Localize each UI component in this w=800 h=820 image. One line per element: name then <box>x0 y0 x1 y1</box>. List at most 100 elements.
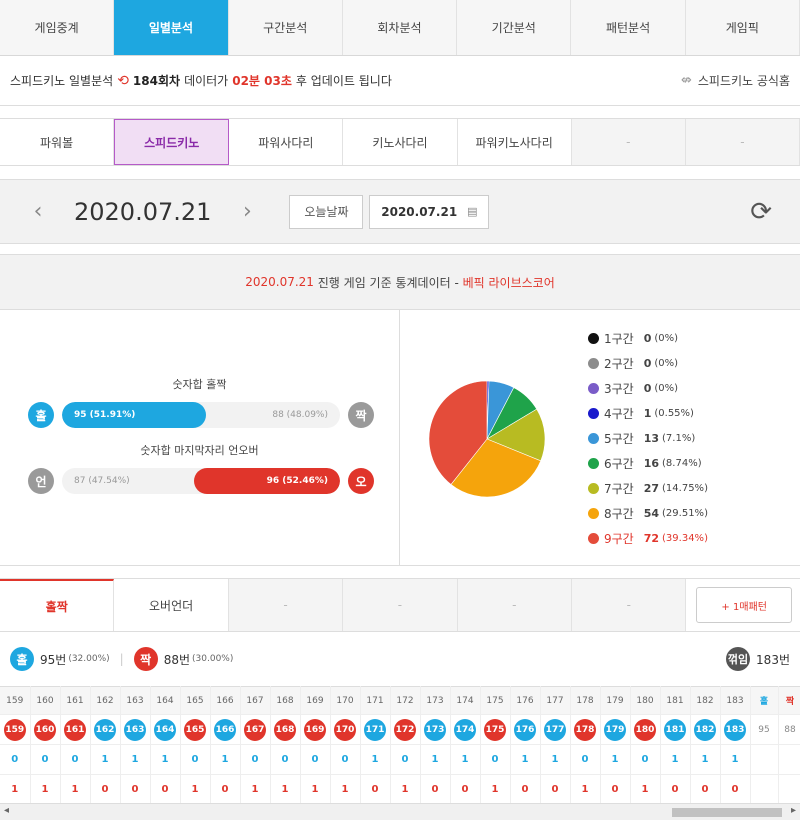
under-value: 87 (47.54%) <box>74 476 130 486</box>
legend-item: 4구간 1 (0.55%) <box>588 401 708 426</box>
grid-odd-row: 0001110100001011011010111 <box>0 744 800 775</box>
current-date: 2020.07.21 <box>74 197 212 226</box>
round-number-cell: 176 <box>510 686 541 715</box>
legend-dot <box>588 508 599 519</box>
pattern-tab[interactable]: 오버언더 <box>114 579 229 631</box>
result-ball: 181 <box>664 718 686 741</box>
result-ball: 165 <box>184 718 206 741</box>
odd-flag-cell: 1 <box>690 744 721 775</box>
even-flag-cell: 1 <box>330 774 361 805</box>
legend-pct: (8.74%) <box>662 458 702 469</box>
result-ball: 171 <box>364 718 386 741</box>
under-badge: 언 <box>28 468 54 494</box>
game-subtab[interactable]: 스피드키노 <box>114 119 230 165</box>
horizontal-scrollbar[interactable]: ◂ ▸ <box>0 803 800 820</box>
result-ball: 183 <box>724 718 746 741</box>
official-site-link[interactable]: ⇎ 스피드키노 공식홈 <box>681 72 790 89</box>
even-flag-cell: 1 <box>270 774 301 805</box>
scroll-right-arrow-icon[interactable]: ▸ <box>791 805 796 816</box>
legend-label: 1구간 <box>604 332 634 346</box>
game-subtab[interactable]: 파워사다리 <box>229 119 344 165</box>
game-subtab[interactable]: 파워키노사다리 <box>458 119 572 165</box>
oddeven-bar: 95 (51.91%) 88 (48.09%) <box>62 402 340 428</box>
empty-cell <box>778 744 800 775</box>
odd-flag-cell: 0 <box>330 744 361 775</box>
date-navigator: ‹ 2020.07.21 › 오늘날짜 2020.07.21 ▤ ⟳ <box>0 179 800 244</box>
round-number-cell: 163 <box>120 686 151 715</box>
odd-summary-count: 95번 <box>40 652 67 667</box>
game-subtab[interactable]: 파워볼 <box>0 119 115 165</box>
round-number-cell: 171 <box>360 686 391 715</box>
ball-cell: 164 <box>150 714 181 745</box>
pattern-tab[interactable]: 홀짝 <box>0 579 115 631</box>
ball-cell: 167 <box>240 714 271 745</box>
main-tab[interactable]: 일별분석 <box>114 0 229 55</box>
even-flag-cell: 0 <box>120 774 151 805</box>
next-date-arrow-icon[interactable]: › <box>237 199 257 224</box>
turn-count: 183번 <box>756 652 790 667</box>
ball-cell: 160 <box>30 714 61 745</box>
result-ball: 173 <box>424 718 446 741</box>
game-subtab[interactable]: 키노사다리 <box>343 119 458 165</box>
section-pie-chart <box>428 380 546 501</box>
even-flag-cell: 0 <box>420 774 451 805</box>
round-number-cell: 178 <box>570 686 601 715</box>
main-tab[interactable]: 기간분석 <box>457 0 572 55</box>
scroll-left-arrow-icon[interactable]: ◂ <box>4 805 9 816</box>
result-ball: 167 <box>244 718 266 741</box>
result-ball: 161 <box>64 718 86 741</box>
even-flag-cell: 0 <box>360 774 391 805</box>
odd-flag-cell: 0 <box>480 744 511 775</box>
ball-cell: 175 <box>480 714 511 745</box>
odd-total-header: 홀 <box>750 686 779 715</box>
ball-cell: 162 <box>90 714 121 745</box>
round-number-cell: 181 <box>660 686 691 715</box>
date-picker-input[interactable]: 2020.07.21 ▤ <box>369 194 490 229</box>
main-tab[interactable]: 구간분석 <box>229 0 343 55</box>
odd-flag-cell: 0 <box>270 744 301 775</box>
even-flag-cell: 1 <box>0 774 31 805</box>
even-flag-cell: 0 <box>690 774 721 805</box>
stats-header: 2020.07.21 진행 게임 기준 통계데이터 - 베픽 라이브스코어 <box>0 254 800 310</box>
legend-count: 13 <box>643 432 660 445</box>
odd-flag-cell: 1 <box>360 744 391 775</box>
main-tab[interactable]: 게임중계 <box>0 0 115 55</box>
legend-pct: (14.75%) <box>662 483 708 494</box>
even-flag-cell: 1 <box>630 774 661 805</box>
prev-date-arrow-icon[interactable]: ‹ <box>28 199 48 224</box>
ball-cell: 159 <box>0 714 31 745</box>
legend-dot <box>588 483 599 494</box>
result-ball: 174 <box>454 718 476 741</box>
official-site-label: 스피드키노 공식홈 <box>697 74 790 88</box>
legend-label: 6구간 <box>604 457 634 471</box>
main-tab[interactable]: 패턴분석 <box>571 0 686 55</box>
result-ball: 170 <box>334 718 356 741</box>
refresh-icon[interactable]: ⟳ <box>750 197 772 227</box>
even-flag-cell: 1 <box>300 774 331 805</box>
even-total-header: 짝 <box>778 686 800 715</box>
pattern-button[interactable]: + 1매패턴 <box>696 587 792 623</box>
main-tab[interactable]: 회차분석 <box>343 0 458 55</box>
today-button[interactable]: 오늘날짜 <box>289 194 364 229</box>
legend-count: 0 <box>643 357 652 370</box>
legend-count: 27 <box>643 482 660 495</box>
scrollbar-thumb[interactable] <box>672 808 782 817</box>
result-ball: 159 <box>3 718 26 741</box>
round-number-cell: 169 <box>300 686 331 715</box>
round-number-cell: 164 <box>150 686 181 715</box>
main-tab[interactable]: 게임픽 <box>686 0 800 55</box>
round-number-cell: 160 <box>30 686 61 715</box>
ball-cell: 176 <box>510 714 541 745</box>
over-value: 96 (52.46%) <box>266 476 328 486</box>
pattern-tabs: 홀짝 오버언더 - - - - + 1매패턴 <box>0 578 800 632</box>
even-badge: 짝 <box>348 402 374 428</box>
legend-item: 1구간 0 (0%) <box>588 326 708 351</box>
legend-pct: (0.55%) <box>654 408 694 419</box>
even-value: 88 (48.09%) <box>272 410 328 420</box>
legend-item: 9구간 72 (39.34%) <box>588 526 708 551</box>
legend-label: 8구간 <box>604 507 634 521</box>
even-flag-cell: 0 <box>150 774 181 805</box>
round-number-cell: 180 <box>630 686 661 715</box>
legend-label: 7구간 <box>604 482 634 496</box>
ball-cell: 172 <box>390 714 421 745</box>
